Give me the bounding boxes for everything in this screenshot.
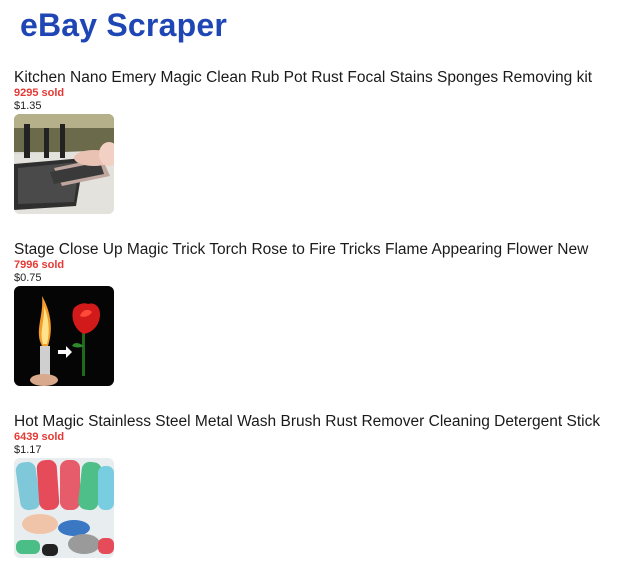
product-image[interactable] <box>14 114 114 214</box>
item-title[interactable]: Stage Close Up Magic Trick Torch Rose to… <box>14 240 618 259</box>
sponge-cleaning-photo-icon <box>14 114 114 214</box>
page: eBay Scraper Kitchen Nano Emery Magic Cl… <box>0 0 621 575</box>
item-title[interactable]: Kitchen Nano Emery Magic Clean Rub Pot R… <box>14 68 618 87</box>
fire-rose-photo-icon <box>14 286 114 386</box>
item-price: $0.75 <box>14 272 42 284</box>
item-title[interactable]: Hot Magic Stainless Steel Metal Wash Bru… <box>14 412 618 431</box>
listing-item: Kitchen Nano Emery Magic Clean Rub Pot R… <box>14 68 618 214</box>
sold-count: 6439 sold <box>14 431 65 443</box>
product-image[interactable] <box>14 286 114 386</box>
listing-item: Hot Magic Stainless Steel Metal Wash Bru… <box>14 412 618 558</box>
app-title: eBay Scraper <box>20 7 227 43</box>
item-price: $1.17 <box>14 444 42 456</box>
sold-count: 9295 sold <box>14 87 65 99</box>
sold-count: 7996 sold <box>14 259 65 271</box>
item-price: $1.35 <box>14 100 42 112</box>
cleaning-sticks-photo-icon <box>14 458 114 558</box>
listing-item: Stage Close Up Magic Trick Torch Rose to… <box>14 240 618 386</box>
product-image[interactable] <box>14 458 114 558</box>
